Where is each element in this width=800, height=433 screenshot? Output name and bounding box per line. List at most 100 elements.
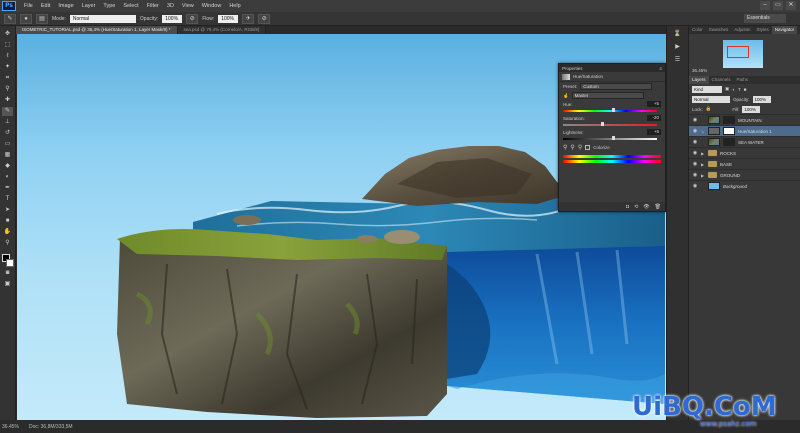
brush-panel-icon[interactable]: ▤	[36, 13, 48, 24]
gradient-tool-icon[interactable]: ▦	[2, 151, 13, 160]
eye-icon[interactable]: ◉	[692, 161, 698, 167]
brush-tool-icon[interactable]: ✎	[2, 107, 13, 116]
lightness-track[interactable]	[563, 138, 657, 140]
eyedropper-minus-icon[interactable]: ⚲	[578, 144, 582, 151]
tab-color[interactable]: Color	[689, 26, 706, 34]
shape-tool-icon[interactable]: ■	[2, 217, 13, 226]
type-tool-icon[interactable]: T	[2, 195, 13, 204]
blend-mode-select[interactable]: Normal	[692, 95, 730, 103]
expand-arrow-icon[interactable]: ▶	[701, 162, 705, 167]
stamp-tool-icon[interactable]: ⊥	[2, 118, 13, 127]
actions-panel-icon[interactable]: ▶	[672, 43, 683, 52]
eraser-tool-icon[interactable]: ▭	[2, 140, 13, 149]
layer-row[interactable]: ◉ MOUNTAIN	[689, 114, 800, 125]
blur-tool-icon[interactable]: ◆	[2, 162, 13, 171]
lightness-thumb[interactable]	[612, 136, 615, 140]
doc-tab-isometric[interactable]: ISOMETRIC_TUTORIAL.psd @ 36,4% (Hue/Satu…	[16, 26, 178, 34]
tab-navigator[interactable]: Navigator	[771, 26, 798, 34]
lightness-value[interactable]: +5	[647, 129, 661, 135]
reset-icon[interactable]: ⟲	[634, 204, 638, 210]
navigator-zoom[interactable]: 36.45%	[692, 68, 707, 73]
menu-file[interactable]: File	[20, 3, 37, 9]
mode-select[interactable]: Normal	[69, 14, 136, 23]
menu-image[interactable]: Image	[54, 3, 77, 9]
eyedropper-plus-icon[interactable]: ⚲	[570, 144, 574, 151]
color-swatches[interactable]	[1, 254, 14, 267]
menu-window[interactable]: Window	[198, 3, 226, 9]
colorize-checkbox[interactable]	[585, 145, 591, 150]
eyedropper-icon[interactable]: ⚲	[563, 144, 567, 151]
menu-view[interactable]: View	[178, 3, 198, 9]
lasso-tool-icon[interactable]: ℓ	[2, 52, 13, 61]
tab-layers[interactable]: Layers	[689, 76, 709, 84]
hue-track[interactable]	[563, 110, 657, 112]
layer-row-selected[interactable]: ◉ ↳ Hue/Saturation 1	[689, 125, 800, 136]
tab-swatches[interactable]: Swatches	[706, 26, 732, 34]
channel-select[interactable]: Master	[571, 92, 644, 99]
channel-hand-icon[interactable]: ☝	[563, 93, 569, 99]
layer-group-row[interactable]: ◉ ▶ BASE	[689, 158, 800, 169]
menu-select[interactable]: Select	[119, 3, 142, 9]
properties-panel-icon[interactable]: ☰	[672, 56, 683, 65]
preset-select[interactable]: Custom	[580, 83, 653, 90]
opacity-field[interactable]: 100%	[162, 14, 183, 23]
delete-icon[interactable]: 🗑	[655, 204, 661, 210]
hue-value[interactable]: +5	[647, 101, 661, 107]
menu-help[interactable]: Help	[225, 3, 244, 9]
saturation-slider[interactable]: Saturation: -20	[559, 114, 665, 128]
menu-edit[interactable]: Edit	[37, 3, 54, 9]
eye-icon[interactable]: ◉	[692, 128, 698, 134]
quick-select-tool-icon[interactable]: ✦	[2, 63, 13, 72]
filter-type-icon[interactable]: T	[738, 87, 741, 92]
history-panel-icon[interactable]: ⌛	[672, 30, 683, 39]
layer-group-row[interactable]: ◉ ▶ GROUND	[689, 169, 800, 180]
history-brush-tool-icon[interactable]: ↺	[2, 129, 13, 138]
eye-icon[interactable]: ◉	[692, 117, 698, 123]
expand-arrow-icon[interactable]: ▶	[701, 151, 705, 156]
pressure-opacity-icon[interactable]: ⊘	[186, 13, 199, 24]
saturation-value[interactable]: -20	[647, 115, 661, 121]
hue-slider[interactable]: Hue: +5	[559, 100, 665, 114]
tab-adjustments[interactable]: Adjustm	[731, 26, 753, 34]
filter-pixel-icon[interactable]: ▣	[725, 86, 729, 92]
menu-filter[interactable]: Filter	[143, 3, 163, 9]
layer-opacity-field[interactable]: 100%	[752, 95, 771, 103]
visibility-icon[interactable]: 👁	[643, 204, 649, 210]
flow-field[interactable]: 100%	[218, 14, 239, 23]
healing-tool-icon[interactable]: ✚	[2, 96, 13, 105]
menu-type[interactable]: Type	[99, 3, 119, 9]
airbrush-icon[interactable]: ✈	[242, 13, 255, 24]
layer-kind-filter[interactable]: Kind	[692, 85, 722, 93]
tab-styles[interactable]: Styles	[754, 26, 772, 34]
crop-tool-icon[interactable]: ⌗	[2, 74, 13, 83]
eye-icon[interactable]: ◉	[692, 172, 698, 178]
minimize-button[interactable]: –	[760, 1, 770, 10]
close-button[interactable]: ✕	[786, 1, 796, 10]
fill-field[interactable]: 100%	[742, 105, 761, 113]
eye-icon[interactable]: ◉	[692, 183, 698, 189]
layer-row[interactable]: ◉ Background	[689, 180, 800, 191]
properties-header[interactable]: Properties ≡	[559, 64, 665, 72]
navigator-view-box[interactable]	[727, 46, 749, 58]
move-tool-icon[interactable]: ✥	[2, 30, 13, 39]
background-color[interactable]	[5, 259, 14, 267]
navigator-panel[interactable]: 36.45%	[689, 34, 800, 76]
filter-shape-icon[interactable]: ■	[744, 87, 747, 92]
eye-icon[interactable]: ◉	[692, 150, 698, 156]
layer-row[interactable]: ◉ SEA WATER	[689, 136, 800, 147]
eyedropper-tool-icon[interactable]: ⚲	[2, 85, 13, 94]
lock-icon[interactable]: 🔒	[706, 106, 712, 112]
saturation-thumb[interactable]	[601, 122, 604, 126]
workspace-switcher[interactable]: Essentials	[744, 14, 786, 23]
pressure-size-icon[interactable]: ⊘	[258, 13, 271, 24]
filter-adjust-icon[interactable]: ◐	[732, 87, 735, 92]
tab-paths[interactable]: Paths	[734, 76, 752, 84]
screen-mode-icon[interactable]: ▣	[2, 280, 13, 289]
expand-arrow-icon[interactable]: ▶	[701, 173, 705, 178]
zoom-tool-icon[interactable]: ⚲	[2, 239, 13, 248]
eye-icon[interactable]: ◉	[692, 139, 698, 145]
maximize-button[interactable]: ▭	[773, 1, 783, 10]
hue-thumb[interactable]	[612, 108, 615, 112]
zoom-level[interactable]: 36.45%	[2, 424, 19, 430]
lightness-slider[interactable]: Lightness: +5	[559, 128, 665, 142]
